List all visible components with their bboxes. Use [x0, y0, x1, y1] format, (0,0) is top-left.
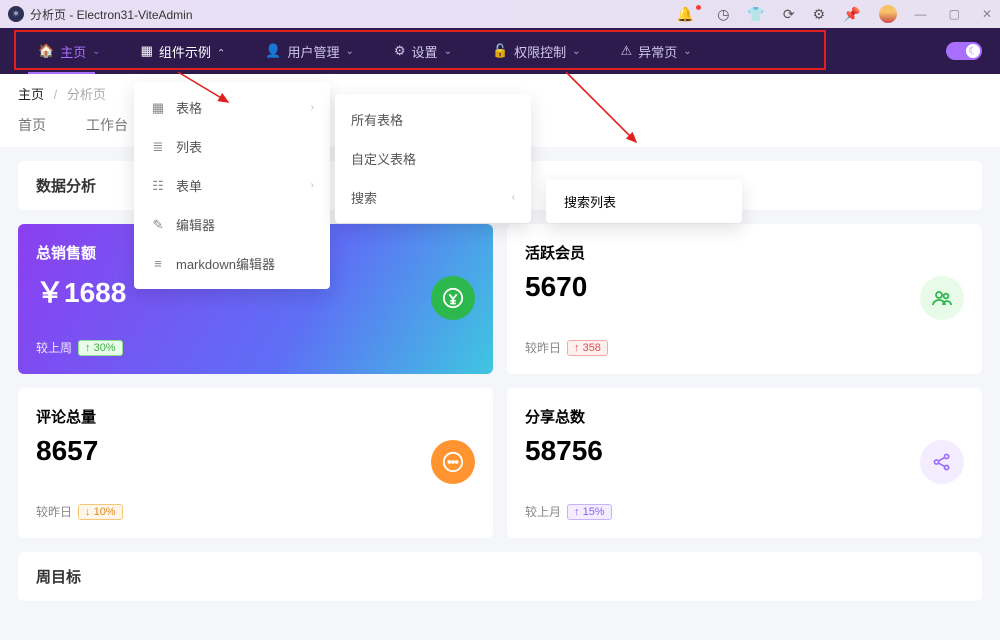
breadcrumb-current: 分析页	[67, 87, 106, 102]
breadcrumb-root[interactable]: 主页	[18, 87, 44, 102]
menu-item-all-tables[interactable]: 所有表格	[335, 100, 531, 139]
nav-home[interactable]: 🏠 主页 ⌄	[18, 28, 121, 74]
delta-badge: ↑ 358	[567, 340, 608, 356]
members-icon	[920, 276, 964, 320]
gear-icon[interactable]: ⚙	[813, 6, 826, 23]
theme-toggle[interactable]: ☾	[946, 42, 982, 60]
menu-item-list[interactable]: ≣ 列表	[134, 127, 330, 166]
window-minimize-button[interactable]: —	[915, 7, 927, 21]
chevron-right-icon: ›	[311, 102, 314, 113]
chevron-left-icon: ‹	[512, 192, 515, 203]
avatar[interactable]	[879, 5, 897, 23]
window-close-button[interactable]: ✕	[982, 7, 992, 21]
menu-item-form[interactable]: ☷ 表单 ›	[134, 166, 330, 205]
editor-icon: ✎	[150, 217, 166, 233]
menu-label: 表单	[176, 176, 202, 195]
compare-label: 较上月	[525, 503, 561, 520]
components-submenu: ▦ 表格 › ≣ 列表 ☷ 表单 › ✎ 编辑器 ≡ markdown编辑器	[134, 82, 330, 289]
window-maximize-button[interactable]: ▢	[949, 7, 960, 21]
compare-label: 较上周	[36, 339, 72, 356]
card-comments: 评论总量 8657 较昨日 ↓ 10%	[18, 388, 493, 538]
chevron-down-icon: ⌄	[92, 46, 100, 57]
menu-label: 表格	[176, 98, 202, 117]
chevron-down-icon: ⌄	[444, 46, 452, 57]
list-icon: ≣	[150, 139, 166, 155]
menu-item-custom-table[interactable]: 自定义表格	[335, 139, 531, 178]
tab-workbench[interactable]: 工作台	[86, 115, 128, 135]
card-value: 8657	[36, 435, 475, 467]
chevron-down-icon: ⌄	[683, 46, 691, 57]
clock-icon[interactable]: ◷	[717, 6, 729, 23]
lock-icon: 🔓	[492, 43, 508, 59]
nav-components[interactable]: ▦ 组件示例 ⌄	[121, 28, 246, 74]
grid-icon: ▦	[141, 43, 153, 59]
card-value: 58756	[525, 435, 964, 467]
nav-label: 异常页	[638, 42, 677, 61]
window-titlebar: ✶ 分析页 - Electron31-ViteAdmin 🔔 ◷ 👕 ⟳ ⚙ 📌…	[0, 0, 1000, 28]
card-value: 5670	[525, 271, 964, 303]
titlebar-actions: 🔔 ◷ 👕 ⟳ ⚙ 📌	[677, 5, 897, 23]
card-label: 分享总数	[525, 406, 964, 427]
comments-icon	[431, 440, 475, 484]
menu-item-editor[interactable]: ✎ 编辑器	[134, 205, 330, 244]
nav-label: 权限控制	[514, 42, 566, 61]
delta-badge: ↓ 10%	[78, 504, 123, 520]
chevron-right-icon: ›	[311, 180, 314, 191]
app-icon: ✶	[8, 6, 24, 22]
menu-item-table[interactable]: ▦ 表格 ›	[134, 88, 330, 127]
compare-label: 较昨日	[36, 503, 72, 520]
chevron-down-icon: ⌄	[572, 46, 580, 57]
menu-label: 搜索	[351, 188, 377, 207]
menu-label: 列表	[176, 137, 202, 156]
share-icon	[920, 440, 964, 484]
menu-label: markdown编辑器	[176, 254, 275, 273]
chevron-down-icon: ⌄	[346, 46, 354, 57]
nav-errors[interactable]: ⚠ 异常页 ⌄	[601, 28, 712, 74]
toggle-knob: ☾	[966, 44, 980, 58]
menu-label: 搜索列表	[564, 195, 616, 210]
gear-icon: ⚙	[394, 43, 406, 59]
delta-badge: ↑ 30%	[78, 340, 123, 356]
nav-label: 主页	[60, 42, 86, 61]
card-label: 活跃会员	[525, 242, 964, 263]
nav-settings[interactable]: ⚙ 设置 ⌄	[374, 28, 472, 74]
card-label: 评论总量	[36, 406, 475, 427]
nav-permissions[interactable]: 🔓 权限控制 ⌄	[472, 28, 601, 74]
warn-icon: ⚠	[621, 43, 633, 59]
home-icon: 🏠	[38, 43, 54, 59]
top-nav: 🏠 主页 ⌄ ▦ 组件示例 ⌄ 👤 用户管理 ⌄ ⚙ 设置 ⌄ 🔓 权限控制 ⌄…	[0, 28, 1000, 74]
table-submenu: 所有表格 自定义表格 搜索 ‹	[335, 94, 531, 223]
weekly-goal-title: 周目标	[18, 552, 982, 601]
tab-home[interactable]: 首页	[18, 115, 46, 135]
form-icon: ☷	[150, 178, 166, 194]
breadcrumb-sep: /	[54, 87, 58, 102]
user-icon: 👤	[265, 43, 281, 59]
table-icon: ▦	[150, 100, 166, 116]
nav-users[interactable]: 👤 用户管理 ⌄	[245, 28, 374, 74]
delta-badge: ↑ 15%	[567, 504, 612, 520]
markdown-icon: ≡	[150, 256, 166, 271]
money-icon	[431, 276, 475, 320]
menu-label: 编辑器	[176, 215, 215, 234]
card-active-members: 活跃会员 5670 较昨日 ↑ 358	[507, 224, 982, 374]
menu-item-markdown[interactable]: ≡ markdown编辑器	[134, 244, 330, 283]
shirt-icon[interactable]: 👕	[747, 6, 764, 23]
menu-label: 所有表格	[351, 110, 403, 129]
nav-label: 设置	[412, 42, 438, 61]
chevron-up-icon: ⌄	[217, 46, 225, 57]
nav-label: 用户管理	[287, 42, 339, 61]
menu-label: 自定义表格	[351, 149, 416, 168]
window-title: 分析页 - Electron31-ViteAdmin	[30, 6, 193, 23]
menu-item-search[interactable]: 搜索 ‹	[335, 178, 531, 217]
nav-label: 组件示例	[159, 42, 211, 61]
card-shares: 分享总数 58756 较上月 ↑ 15%	[507, 388, 982, 538]
refresh-icon[interactable]: ⟳	[783, 6, 795, 23]
bell-icon[interactable]: 🔔	[677, 6, 699, 23]
compare-label: 较昨日	[525, 339, 561, 356]
pin-icon[interactable]: 📌	[843, 6, 860, 23]
search-submenu[interactable]: 搜索列表	[546, 180, 742, 223]
